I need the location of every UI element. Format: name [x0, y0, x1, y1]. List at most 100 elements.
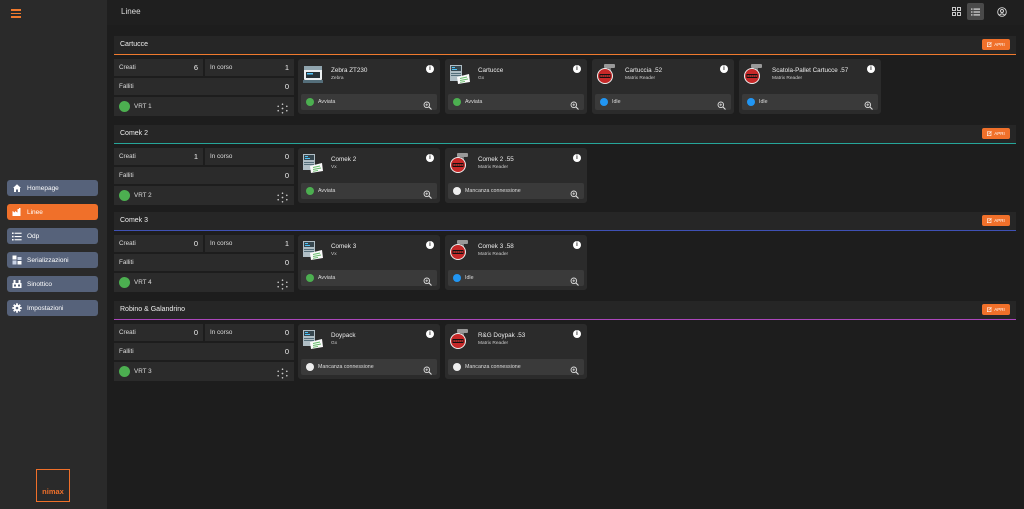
status-dot [306, 274, 314, 282]
in-progress-value: 0 [284, 152, 289, 161]
device-model: Vx [331, 252, 337, 257]
line-name: Cartucce [120, 41, 149, 48]
factory-icon [11, 207, 22, 218]
created-label: Creati [119, 329, 136, 336]
in-progress-count: In corso 0 [205, 324, 294, 341]
zoom-icon[interactable] [717, 97, 726, 110]
stats-row: Falliti 0 [114, 167, 294, 184]
device-model: Matrix Reader [478, 341, 509, 346]
failed-value: 0 [284, 82, 289, 91]
sidebar-item-linee[interactable]: Linee [7, 204, 98, 220]
device-card: Scatola-Pallet Cartucce .57 Matrix Reader… [739, 59, 881, 114]
vrt-label: VRT 2 [134, 192, 152, 199]
stats-row: Creati 6 In corso 1 [114, 59, 294, 76]
synoptic-icon [11, 279, 22, 290]
failed-label: Falliti [119, 83, 134, 90]
zoom-icon[interactable] [423, 273, 432, 286]
zoom-icon[interactable] [570, 362, 579, 375]
device-name: Doypack [331, 332, 356, 339]
sidebar-item-odp[interactable]: Odp [7, 228, 98, 244]
status-dot [453, 363, 461, 371]
vrt-label: VRT 3 [134, 368, 152, 375]
failed-value: 0 [284, 347, 289, 356]
device-model: Matrix Reader [625, 76, 656, 81]
info-icon[interactable]: i [573, 330, 581, 338]
device-status: Avviata [301, 183, 437, 199]
sidebar-item-serializzazioni[interactable]: Serializzazioni [7, 252, 98, 268]
gear-icon [11, 303, 22, 314]
line-section: Comek 2 APRI Creati 1 In corso 0 Falliti 0 VRT 2… [114, 125, 1016, 205]
device-name: Zebra ZT230 [331, 67, 368, 74]
created-count: Creati 0 [114, 235, 203, 252]
open-line-button[interactable]: APRI [982, 39, 1010, 50]
zoom-icon[interactable] [570, 273, 579, 286]
line-section: Cartucce APRI Creati 6 In corso 1 Falliti 0 VRT … [114, 36, 1016, 116]
info-icon[interactable]: i [867, 65, 875, 73]
stats-row: Falliti 0 [114, 343, 294, 360]
zoom-icon[interactable] [423, 186, 432, 199]
status-label: Mancanza connessione [465, 364, 521, 370]
device-name: Comek 3 .58 [478, 243, 514, 250]
device-model: Zebra [331, 76, 344, 81]
in-progress-count: In corso 1 [205, 59, 294, 76]
open-line-button[interactable]: APRI [982, 304, 1010, 315]
line-header: Cartucce APRI [114, 36, 1016, 55]
zoom-icon[interactable] [423, 97, 432, 110]
status-dot [453, 274, 461, 282]
device-name: Comek 3 [331, 243, 357, 250]
info-icon[interactable]: i [573, 65, 581, 73]
sidebar-item-homepage[interactable]: Homepage [7, 180, 98, 196]
matrix-reader-icon [449, 152, 471, 174]
open-line-button[interactable]: APRI [982, 215, 1010, 226]
status-label: Idle [759, 99, 768, 105]
list-view-button[interactable] [967, 3, 984, 20]
device-model: Matrix Reader [478, 165, 509, 170]
account-button[interactable] [993, 3, 1010, 20]
created-count: Creati 0 [114, 324, 203, 341]
vrt-settings-icon[interactable] [277, 366, 288, 379]
nimax-logo: nimax [36, 469, 70, 502]
list-icon [971, 8, 980, 15]
list-icon [11, 231, 22, 242]
zoom-icon[interactable] [864, 97, 873, 110]
info-icon[interactable]: i [426, 330, 434, 338]
in-progress-label: In corso [210, 153, 233, 160]
info-icon[interactable]: i [426, 154, 434, 162]
menu-icon[interactable] [11, 9, 21, 18]
zoom-icon[interactable] [570, 186, 579, 199]
failed-value: 0 [284, 171, 289, 180]
matrix-reader-icon [449, 239, 471, 261]
device-card: Comek 2 Vx i Avviata [298, 148, 440, 203]
info-icon[interactable]: i [426, 241, 434, 249]
sidebar-item-label: Impostazioni [27, 304, 64, 312]
info-icon[interactable]: i [720, 65, 728, 73]
vrt-row: VRT 2 [114, 186, 294, 205]
vrt-settings-icon[interactable] [277, 277, 288, 290]
device-card: Comek 3 Vx i Avviata [298, 235, 440, 290]
sidebar-item-impostazioni[interactable]: Impostazioni [7, 300, 98, 316]
line-name: Comek 2 [120, 130, 149, 137]
status-label: Mancanza connessione [465, 188, 521, 194]
line-stats: Creati 1 In corso 0 Falliti 0 VRT 2 [114, 148, 294, 205]
zoom-icon[interactable] [423, 362, 432, 375]
failed-count: Falliti 0 [114, 254, 294, 271]
device-model: Gx [478, 76, 485, 81]
device-status: Idle [595, 94, 731, 110]
device-card: Comek 2 .55 Matrix Reader i Mancanza connes… [445, 148, 587, 203]
grid-view-button[interactable] [948, 3, 965, 20]
info-icon[interactable]: i [573, 154, 581, 162]
device-status: Idle [448, 270, 584, 286]
serialization-icon [11, 255, 22, 266]
stats-row: Falliti 0 [114, 254, 294, 271]
top-bar: Linee [107, 0, 1024, 25]
info-icon[interactable]: i [426, 65, 434, 73]
zoom-icon[interactable] [570, 97, 579, 110]
sidebar-item-sinottico[interactable]: Sinottico [7, 276, 98, 292]
open-line-button[interactable]: APRI [982, 128, 1010, 139]
logo-text: nimax [42, 487, 64, 496]
vrt-settings-icon[interactable] [277, 190, 288, 203]
info-icon[interactable]: i [573, 241, 581, 249]
status-dot [747, 98, 755, 106]
vrt-settings-icon[interactable] [277, 101, 288, 114]
line-section: Robino & Galandrino APRI Creati 0 In corso 0 F… [114, 301, 1016, 381]
